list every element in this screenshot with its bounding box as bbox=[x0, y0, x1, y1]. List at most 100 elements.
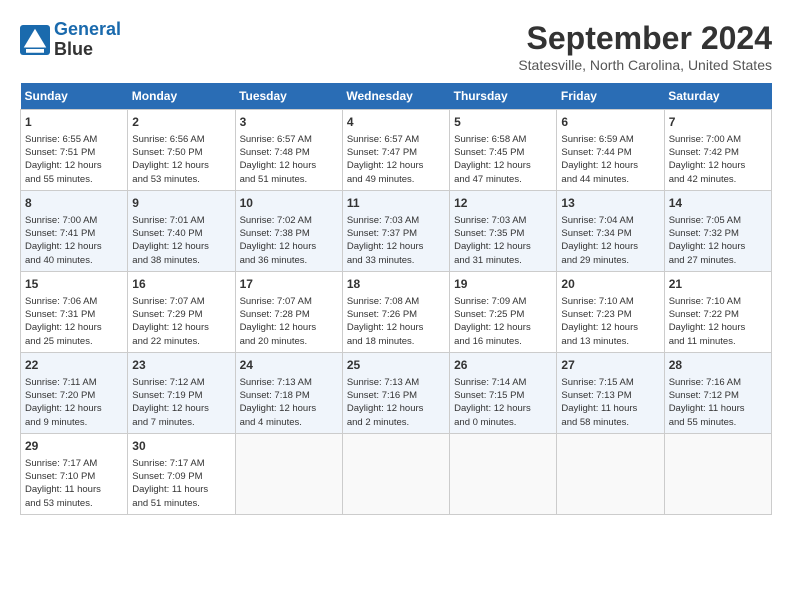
calendar-day-cell: 7Sunrise: 7:00 AMSunset: 7:42 PMDaylight… bbox=[664, 110, 771, 191]
day-number: 11 bbox=[347, 195, 445, 212]
day-info: Sunset: 7:13 PM bbox=[561, 389, 659, 402]
day-info: Daylight: 12 hours bbox=[454, 159, 552, 172]
day-info: Daylight: 12 hours bbox=[669, 321, 767, 334]
day-info: Sunrise: 6:58 AM bbox=[454, 133, 552, 146]
day-info: and 13 minutes. bbox=[561, 335, 659, 348]
day-info: and 55 minutes. bbox=[25, 173, 123, 186]
day-info: and 33 minutes. bbox=[347, 254, 445, 267]
day-info: and 18 minutes. bbox=[347, 335, 445, 348]
day-info: Daylight: 12 hours bbox=[132, 321, 230, 334]
weekday-header-row: SundayMondayTuesdayWednesdayThursdayFrid… bbox=[21, 83, 772, 110]
calendar-day-cell: 3Sunrise: 6:57 AMSunset: 7:48 PMDaylight… bbox=[235, 110, 342, 191]
calendar-day-cell: 15Sunrise: 7:06 AMSunset: 7:31 PMDayligh… bbox=[21, 271, 128, 352]
day-info: Sunrise: 7:04 AM bbox=[561, 214, 659, 227]
day-info: Sunrise: 7:08 AM bbox=[347, 295, 445, 308]
calendar-day-cell: 5Sunrise: 6:58 AMSunset: 7:45 PMDaylight… bbox=[450, 110, 557, 191]
day-info: Daylight: 12 hours bbox=[561, 321, 659, 334]
day-number: 7 bbox=[669, 114, 767, 131]
day-info: Sunset: 7:23 PM bbox=[561, 308, 659, 321]
day-info: and 2 minutes. bbox=[347, 416, 445, 429]
day-info: and 55 minutes. bbox=[669, 416, 767, 429]
calendar-day-cell: 26Sunrise: 7:14 AMSunset: 7:15 PMDayligh… bbox=[450, 352, 557, 433]
calendar-day-cell: 11Sunrise: 7:03 AMSunset: 7:37 PMDayligh… bbox=[342, 190, 449, 271]
day-info: and 47 minutes. bbox=[454, 173, 552, 186]
day-number: 24 bbox=[240, 357, 338, 374]
calendar-week-row: 29Sunrise: 7:17 AMSunset: 7:10 PMDayligh… bbox=[21, 433, 772, 514]
day-info: Daylight: 12 hours bbox=[347, 159, 445, 172]
month-title: September 2024 bbox=[518, 20, 772, 57]
day-number: 23 bbox=[132, 357, 230, 374]
day-info: and 16 minutes. bbox=[454, 335, 552, 348]
day-number: 26 bbox=[454, 357, 552, 374]
day-number: 20 bbox=[561, 276, 659, 293]
day-info: Sunset: 7:47 PM bbox=[347, 146, 445, 159]
day-info: and 58 minutes. bbox=[561, 416, 659, 429]
weekday-header: Monday bbox=[128, 83, 235, 110]
calendar-day-cell: 10Sunrise: 7:02 AMSunset: 7:38 PMDayligh… bbox=[235, 190, 342, 271]
day-info: Sunrise: 7:07 AM bbox=[240, 295, 338, 308]
day-info: Sunrise: 7:16 AM bbox=[669, 376, 767, 389]
day-info: and 53 minutes. bbox=[25, 497, 123, 510]
day-info: Daylight: 12 hours bbox=[347, 402, 445, 415]
day-info: Sunrise: 7:01 AM bbox=[132, 214, 230, 227]
day-info: Sunset: 7:48 PM bbox=[240, 146, 338, 159]
logo-icon bbox=[20, 25, 50, 55]
calendar-day-cell: 21 Sunrise: 7:10 AMSunset: 7:22 PMDayligh… bbox=[664, 271, 771, 352]
day-info: Daylight: 12 hours bbox=[25, 240, 123, 253]
day-info: Sunset: 7:12 PM bbox=[669, 389, 767, 402]
day-info: Sunrise: 7:02 AM bbox=[240, 214, 338, 227]
weekday-header: Friday bbox=[557, 83, 664, 110]
calendar-week-row: 8Sunrise: 7:00 AMSunset: 7:41 PMDaylight… bbox=[21, 190, 772, 271]
day-number: 25 bbox=[347, 357, 445, 374]
calendar-day-cell: 16Sunrise: 7:07 AMSunset: 7:29 PMDayligh… bbox=[128, 271, 235, 352]
day-info: Sunset: 7:18 PM bbox=[240, 389, 338, 402]
day-info: Sunrise: 7:10 AM bbox=[669, 295, 767, 308]
day-number: 28 bbox=[669, 357, 767, 374]
day-info: and 29 minutes. bbox=[561, 254, 659, 267]
weekday-header: Sunday bbox=[21, 83, 128, 110]
day-info: Sunset: 7:22 PM bbox=[669, 308, 767, 321]
day-number: 13 bbox=[561, 195, 659, 212]
day-info: Sunset: 7:35 PM bbox=[454, 227, 552, 240]
calendar-day-cell: 23Sunrise: 7:12 AMSunset: 7:19 PMDayligh… bbox=[128, 352, 235, 433]
day-info: Sunset: 7:32 PM bbox=[669, 227, 767, 240]
calendar-day-cell: 29Sunrise: 7:17 AMSunset: 7:10 PMDayligh… bbox=[21, 433, 128, 514]
day-number: 12 bbox=[454, 195, 552, 212]
day-number: 10 bbox=[240, 195, 338, 212]
location: Statesville, North Carolina, United Stat… bbox=[518, 57, 772, 73]
day-info: Sunrise: 7:00 AM bbox=[25, 214, 123, 227]
day-info: and 20 minutes. bbox=[240, 335, 338, 348]
day-info: and 27 minutes. bbox=[669, 254, 767, 267]
logo-text: General Blue bbox=[54, 20, 121, 60]
calendar-day-cell: 20Sunrise: 7:10 AMSunset: 7:23 PMDayligh… bbox=[557, 271, 664, 352]
day-info: Sunrise: 7:13 AM bbox=[240, 376, 338, 389]
day-info: Sunset: 7:26 PM bbox=[347, 308, 445, 321]
day-number: 17 bbox=[240, 276, 338, 293]
calendar-day-cell: 30Sunrise: 7:17 AMSunset: 7:09 PMDayligh… bbox=[128, 433, 235, 514]
day-number: 21 bbox=[669, 276, 767, 293]
day-number: 19 bbox=[454, 276, 552, 293]
day-number: 9 bbox=[132, 195, 230, 212]
calendar-empty-cell bbox=[450, 433, 557, 514]
day-info: and 11 minutes. bbox=[669, 335, 767, 348]
day-number: 27 bbox=[561, 357, 659, 374]
day-info: Daylight: 11 hours bbox=[561, 402, 659, 415]
page-header: General Blue September 2024 Statesville,… bbox=[20, 20, 772, 73]
day-info: and 51 minutes. bbox=[132, 497, 230, 510]
day-info: Sunrise: 6:57 AM bbox=[347, 133, 445, 146]
calendar-day-cell: 1Sunrise: 6:55 AMSunset: 7:51 PMDaylight… bbox=[21, 110, 128, 191]
day-info: Daylight: 12 hours bbox=[454, 321, 552, 334]
day-info: and 7 minutes. bbox=[132, 416, 230, 429]
day-info: Sunrise: 7:12 AM bbox=[132, 376, 230, 389]
day-info: Sunrise: 7:15 AM bbox=[561, 376, 659, 389]
day-info: Sunrise: 7:06 AM bbox=[25, 295, 123, 308]
calendar-day-cell: 12Sunrise: 7:03 AMSunset: 7:35 PMDayligh… bbox=[450, 190, 557, 271]
day-info: Sunset: 7:41 PM bbox=[25, 227, 123, 240]
calendar-day-cell: 25Sunrise: 7:13 AMSunset: 7:16 PMDayligh… bbox=[342, 352, 449, 433]
day-info: Sunrise: 7:00 AM bbox=[669, 133, 767, 146]
calendar-week-row: 22Sunrise: 7:11 AMSunset: 7:20 PMDayligh… bbox=[21, 352, 772, 433]
day-info: Sunset: 7:44 PM bbox=[561, 146, 659, 159]
day-info: and 49 minutes. bbox=[347, 173, 445, 186]
calendar-day-cell: 22Sunrise: 7:11 AMSunset: 7:20 PMDayligh… bbox=[21, 352, 128, 433]
day-info: Sunrise: 7:11 AM bbox=[25, 376, 123, 389]
